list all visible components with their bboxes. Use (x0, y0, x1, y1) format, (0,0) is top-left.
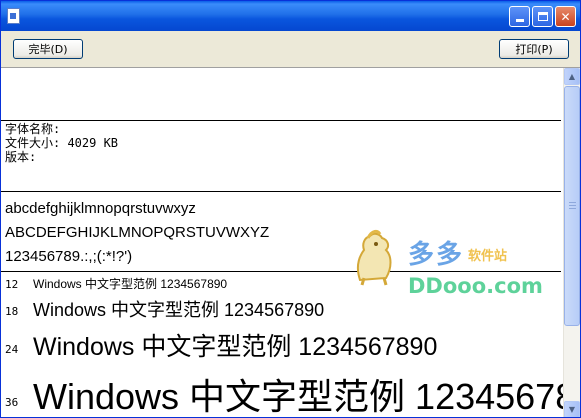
divider (1, 191, 561, 192)
watermark-brand-en: DDooo.com (408, 274, 543, 298)
size-label-12: 12 (5, 278, 19, 291)
size-label-24: 24 (5, 343, 19, 356)
thumb-grip (569, 205, 576, 206)
file-size-label: 文件大小: 4029 KB (5, 136, 119, 150)
size-sample-24: Windows 中文字型范例 1234567890 (33, 333, 438, 361)
document-icon[interactable] (7, 8, 20, 24)
maximize-icon (537, 12, 548, 21)
sample-lowercase: abcdefghijklmnopqrstuvwxyz (5, 200, 196, 217)
close-icon: ✕ (560, 9, 571, 24)
close-button[interactable]: ✕ (555, 6, 576, 27)
size-sample-12: Windows 中文字型范例 1234567890 (33, 277, 228, 291)
print-button[interactable]: 打印(P) (499, 39, 569, 59)
done-button[interactable]: 完毕(D) (13, 39, 83, 59)
title-bar[interactable]: ✕ (1, 1, 580, 31)
minimize-button[interactable] (509, 6, 530, 27)
scroll-down-button[interactable]: ▼ (564, 401, 580, 417)
size-sample-36: Windows 中文字型范例 1234567890 (33, 376, 563, 417)
font-viewer-window: ✕ 完毕(D) 打印(P) 字体名称: 文件大小: 4029 KB 版本: ab… (0, 0, 581, 418)
watermark-brand-cn: 多多 (408, 240, 465, 270)
divider (1, 120, 561, 121)
watermark-logo: 多多 软件站 DDooo.com (346, 228, 546, 308)
toolbar: 完毕(D) 打印(P) (1, 31, 580, 68)
size-label-36: 36 (5, 396, 19, 409)
thumb-grip (569, 202, 576, 203)
minimize-icon (515, 19, 524, 22)
maximize-button[interactable] (532, 6, 553, 27)
scroll-up-button[interactable]: ▲ (564, 68, 580, 85)
scroll-thumb[interactable] (564, 86, 580, 326)
size-label-18: 18 (5, 305, 19, 318)
font-preview-area: 字体名称: 文件大小: 4029 KB 版本: abcdefghijklmnop… (1, 68, 563, 417)
scroll-down-icon: ▼ (568, 405, 576, 414)
thumb-grip (569, 208, 576, 209)
sample-uppercase: ABCDEFGHIJKLMNOPQRSTUVWXYZ (5, 224, 270, 241)
font-name-label: 字体名称: (5, 122, 61, 136)
size-sample-18: Windows 中文字型范例 1234567890 (33, 300, 325, 320)
sample-digits: 123456789.:,;(:*!?') (5, 248, 133, 265)
horse-logo-icon (356, 229, 392, 286)
vertical-scrollbar[interactable]: ▲ ▼ (563, 68, 580, 417)
version-label: 版本: (5, 150, 37, 164)
watermark-brand-small: 软件站 (468, 249, 508, 264)
scroll-up-icon: ▲ (568, 72, 576, 81)
